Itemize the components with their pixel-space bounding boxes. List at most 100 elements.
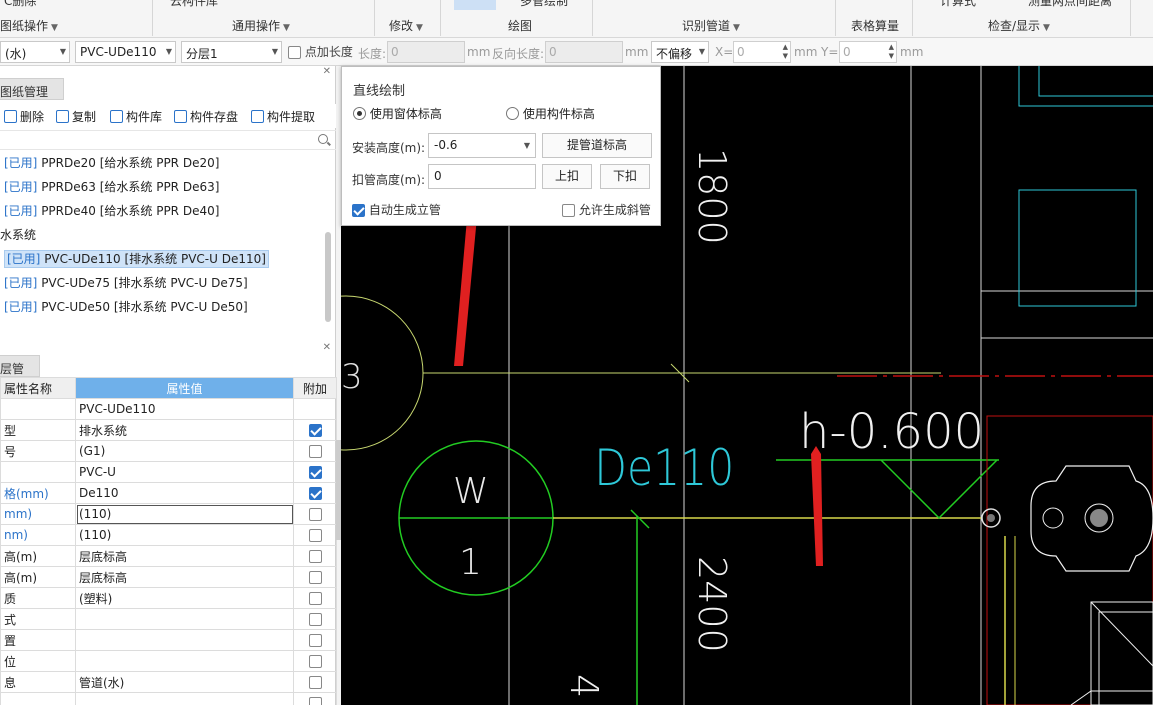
prop-value-cell[interactable] [75,650,294,672]
pick-elevation-button[interactable]: 提管道标高 [542,133,652,158]
table-row[interactable]: 息管道(水) [0,671,337,693]
prop-value-cell[interactable] [75,692,294,705]
close-icon[interactable]: ✕ [323,342,331,353]
prop-value-cell[interactable] [75,608,294,630]
tree-item[interactable]: [已用] PPRDe20 [给水系统 PPR De20] [0,151,326,175]
component-save-button[interactable]: 构件存盘 [174,108,238,125]
system-select[interactable]: (水) ▼ [0,41,70,63]
group-common-ops[interactable]: 通用操作 ▼ [232,17,290,34]
spinner-icon[interactable]: ▲ ▼ [889,43,894,61]
group-draw[interactable]: 绘图 [508,17,532,34]
copy-button[interactable]: 复制 [56,108,96,125]
table-row[interactable]: PVC-UDe110 [0,398,337,420]
checkbox-icon[interactable] [308,676,322,689]
table-row[interactable]: PVC-U [0,461,337,483]
prop-value-cell[interactable]: (G1) [75,440,294,462]
reverse-length-input[interactable]: 0 [545,41,623,63]
checkbox-icon[interactable] [308,529,322,542]
prop-value-cell[interactable]: De110 [75,482,294,504]
checkbox-icon[interactable] [308,634,322,647]
down-button[interactable]: 下扣 [600,164,650,189]
group-modify[interactable]: 修改 ▼ [389,17,423,34]
tab-drawing-management[interactable]: 图纸管理 [0,78,64,100]
offset-height-input[interactable]: 0 [428,164,536,189]
checkbox-checked-icon[interactable] [308,466,322,479]
prop-value-cell[interactable] [75,629,294,651]
table-row[interactable]: nm) (110) [0,524,337,546]
point-length-checkbox[interactable]: 点加长度 [288,43,353,60]
prop-value-cell[interactable]: PVC-UDe110 [75,398,294,420]
prop-value-cell[interactable]: 管道(水) [75,671,294,693]
prop-value-cell[interactable]: PVC-U [75,461,294,483]
component-library-button[interactable]: 构件库 [110,108,162,125]
tree-item[interactable]: [已用] PPRDe63 [给水系统 PPR De63] [0,175,326,199]
x-input[interactable]: 0 ▲ ▼ [733,41,791,63]
tab-layer-management[interactable]: 层管理 [0,355,40,393]
checkbox-icon[interactable] [308,613,322,626]
table-row[interactable]: 置 [0,629,337,651]
layer-select[interactable]: 分层1 ▼ [181,41,282,63]
ribbon-delete-cut[interactable]: C删除 [4,0,36,9]
auto-riser-checkbox[interactable]: 自动生成立管 [352,201,441,218]
group-recognize-pipe[interactable]: 识别管道 ▼ [682,17,740,34]
component-tree: [已用] PPRDe20 [给水系统 PPR De20] [已用] PPRDe6… [0,151,326,319]
chevron-down-icon: ▼ [1043,23,1050,33]
checkbox-icon[interactable] [308,697,322,705]
group-check-display[interactable]: 检查/显示 ▼ [988,17,1050,34]
table-row[interactable]: 式 [0,608,337,630]
close-icon[interactable]: ✕ [323,66,331,77]
checkbox-icon[interactable] [308,592,322,605]
component-select[interactable]: PVC-UDe110 ▼ [75,41,176,63]
checkbox-icon[interactable] [308,550,322,563]
table-row[interactable]: 格(mm) De110 [0,482,337,504]
spinner-icon[interactable]: ▲ ▼ [783,43,788,61]
checkbox-checked-icon[interactable] [308,487,322,500]
tree-item-selected[interactable]: [已用] PVC-UDe110 [排水系统 PVC-U De110] [0,247,326,271]
group-table-calc[interactable]: 表格算量 [851,17,899,34]
tree-item[interactable]: [已用] PPRDe40 [给水系统 PPR De40] [0,199,326,223]
prop-value-cell[interactable]: 排水系统 [75,419,294,441]
table-row[interactable]: 高(m) 层底标高 [0,566,337,588]
allow-slope-checkbox[interactable]: 允许生成斜管 [562,201,651,218]
table-row[interactable]: mm) (110) [0,503,337,525]
checkbox-icon[interactable] [308,445,322,458]
length-input[interactable]: 0 [387,41,465,63]
radio-component-elevation[interactable]: 使用构件标高 [506,105,595,122]
tree-scrollbar[interactable] [325,232,331,322]
prop-value-cell[interactable]: 层底标高 [75,566,294,588]
prop-value-cell[interactable]: (110) [75,503,294,525]
offset-select[interactable]: 不偏移 ▼ [651,41,709,63]
cad-axis-edge-number: 3 [341,357,363,397]
table-row[interactable]: 高(m) 层底标高 [0,545,337,567]
ribbon-formula-cut[interactable]: 计算式 [940,0,976,9]
checkbox-icon[interactable] [308,571,322,584]
ribbon-cloud-lib-cut[interactable]: 云构件库 [170,0,218,9]
ribbon-measure-cut[interactable]: 测量两点间距离 [1028,0,1112,9]
y-input[interactable]: 0 ▲ ▼ [839,41,897,63]
delete-button[interactable]: 删除 [4,108,44,125]
tree-group[interactable]: 水系统 [0,223,326,247]
table-row[interactable]: 号 (G1) [0,440,337,462]
radio-window-elevation[interactable]: 使用窗体标高 [353,105,442,122]
search-bar[interactable] [0,130,336,150]
checkbox-icon[interactable] [308,508,322,521]
ribbon-multi-draw-cut[interactable]: 多管绘制 [520,0,568,9]
checkbox-icon[interactable] [308,655,322,668]
prop-value-cell[interactable]: 层底标高 [75,545,294,567]
group-drawing-ops[interactable]: 图纸操作 ▼ [0,17,58,34]
table-row[interactable] [0,692,337,705]
prop-name-cell: 息 [0,671,76,693]
table-row[interactable]: 位 [0,650,337,672]
table-row[interactable]: 型排水系统 [0,419,337,441]
component-extract-button[interactable]: 构件提取 [251,108,315,125]
install-height-select[interactable]: -0.6 ▼ [428,133,536,158]
up-button[interactable]: 上扣 [542,164,592,189]
table-row[interactable]: 质 (塑料) [0,587,337,609]
prop-value-cell[interactable]: (110) [75,524,294,546]
checkbox-checked-icon[interactable] [308,424,322,437]
tree-item[interactable]: [已用] PVC-UDe50 [排水系统 PVC-U De50] [0,295,326,319]
tree-item[interactable]: [已用] PVC-UDe75 [排水系统 PVC-U De75] [0,271,326,295]
prop-value-cell[interactable]: (塑料) [75,587,294,609]
option-toolbar: (水) ▼ PVC-UDe110 ▼ 分层1 ▼ 点加长度 长度: 0 mm 反向长度… [0,38,1153,66]
search-icon[interactable] [318,134,328,144]
